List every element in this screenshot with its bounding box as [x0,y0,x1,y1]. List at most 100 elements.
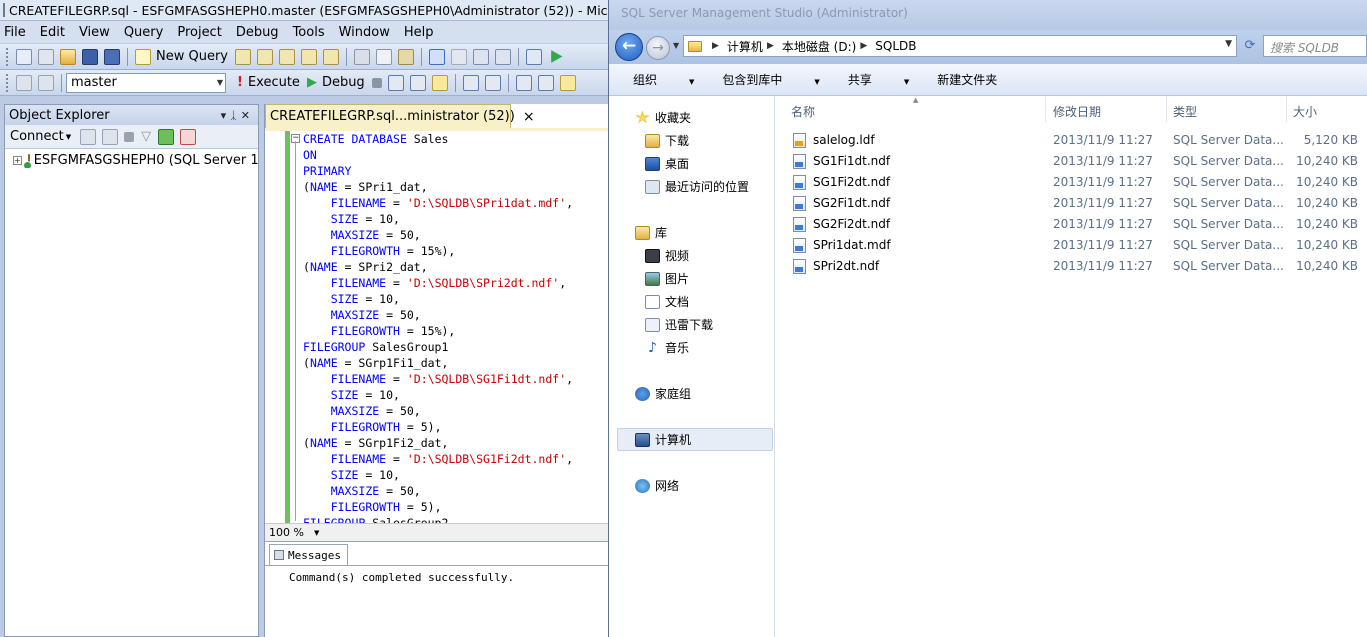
nav-network[interactable]: 网络 [635,477,679,494]
breadcrumb-drive[interactable]: 本地磁盘 (D:) [782,38,856,55]
navigate-icon[interactable] [473,48,489,65]
copy-icon[interactable] [376,48,392,65]
cut-icon[interactable] [354,48,370,65]
zoom-level[interactable]: 100 % [269,526,304,539]
file-row[interactable]: SPri1dat.mdf 2013/11/9 11:27 SQL Server … [775,235,1367,256]
query-options-icon[interactable] [431,74,448,91]
filter-icon[interactable]: ▽ [141,129,151,144]
close-tab-icon[interactable]: × [523,109,535,125]
add-item-icon[interactable] [38,48,54,65]
redo-icon[interactable] [451,48,467,65]
column-divider[interactable] [1166,96,1167,122]
nav-computer[interactable]: 计算机 [635,431,691,448]
nav-music[interactable]: ♪ 音乐 [645,339,689,356]
column-divider[interactable] [1286,96,1287,122]
forward-button[interactable]: → [646,36,670,60]
execute-button[interactable]: Execute [248,75,300,90]
save-icon[interactable] [82,48,98,65]
parse-icon[interactable] [387,74,404,91]
activity-icon[interactable] [180,128,197,145]
dmx-query-icon[interactable] [301,48,317,65]
results-to-file-icon[interactable] [559,74,576,91]
intellisense-icon[interactable] [462,74,479,91]
menu-query[interactable]: Query [124,25,164,40]
results-to-text-icon[interactable] [515,74,532,91]
connect-icon[interactable] [16,74,32,91]
include-in-library-button[interactable]: 包含到库中 ▼ [722,71,819,88]
toolbar-grip[interactable] [6,73,9,92]
activity-monitor-icon[interactable] [526,48,542,65]
menu-window[interactable]: Window [339,25,390,40]
change-connection-icon[interactable] [38,74,54,91]
address-dropdown-icon[interactable]: ▼ [1225,39,1232,49]
chevron-down-icon[interactable]: ▼ [314,529,319,537]
nav-desktop[interactable]: 桌面 [645,155,689,172]
connect-server-icon[interactable] [80,128,97,145]
address-bar[interactable]: ▶ 计算机 ▶ 本地磁盘 (D:) ▶ SQLDB ▼ [683,35,1237,57]
undo-icon[interactable] [429,48,445,65]
xmla-query-icon[interactable] [323,48,339,65]
search-input[interactable]: 搜索 SQLDB [1263,35,1367,57]
nav-documents[interactable]: 文档 [645,293,689,310]
file-row[interactable]: SG1Fi2dt.ndf 2013/11/9 11:27 SQL Server … [775,172,1367,193]
menu-tools[interactable]: Tools [293,25,325,40]
cancel-execution-icon[interactable] [371,77,382,88]
nav-favorites[interactable]: 收藏夹 [635,109,691,126]
nav-downloads[interactable]: 下载 [645,132,689,149]
menu-view[interactable]: View [79,25,110,40]
open-file-icon[interactable] [60,48,76,65]
toolbar-grip[interactable] [6,47,9,66]
disconnect-icon[interactable] [102,128,119,145]
column-date[interactable]: 修改日期 [1053,103,1101,120]
new-project-icon[interactable] [16,48,32,65]
file-row[interactable]: SPri2dt.ndf 2013/11/9 11:27 SQL Server D… [775,256,1367,277]
nav-homegroup[interactable]: 家庭组 [635,385,691,402]
column-divider[interactable] [1045,96,1046,122]
file-row[interactable]: salelog.ldf 2013/11/9 11:27 SQL Server D… [775,130,1367,151]
file-row[interactable]: SG1Fi1dt.ndf 2013/11/9 11:27 SQL Server … [775,151,1367,172]
column-size[interactable]: 大小 [1293,103,1317,120]
dropdown-icon[interactable]: ▾ [221,109,231,122]
nav-recent[interactable]: 最近访问的位置 [645,178,749,195]
stop-icon[interactable] [124,131,135,142]
new-folder-button[interactable]: 新建文件夹 [937,71,997,88]
db-engine-query-icon[interactable] [235,48,251,65]
estimated-plan-icon[interactable] [409,74,426,91]
refresh-icon[interactable] [158,128,175,145]
menu-edit[interactable]: Edit [40,25,65,40]
recent-pages-icon[interactable]: ▼ [673,41,679,50]
save-all-icon[interactable] [104,48,120,65]
breadcrumb-arrow-icon[interactable]: ▶ [860,41,867,51]
nav-libraries[interactable]: 库 [635,224,667,241]
results-to-grid-icon[interactable] [537,74,554,91]
close-icon[interactable]: ✕ [241,109,254,122]
column-name[interactable]: 名称 [791,103,815,120]
start-debug-icon[interactable] [551,50,563,63]
query-tab[interactable]: CREATEFILEGRP.sql...ministrator (52)) × [265,104,535,128]
file-row[interactable]: SG2Fi1dt.ndf 2013/11/9 11:27 SQL Server … [775,193,1367,214]
available-databases-select[interactable]: master ▼ [66,72,226,93]
nav-videos[interactable]: 视频 [645,247,689,264]
breadcrumb-computer[interactable]: 计算机 [727,38,763,55]
messages-tab[interactable]: Messages [269,544,348,565]
expand-icon[interactable]: + [13,156,22,165]
nav-pictures[interactable]: 图片 [645,270,689,287]
breadcrumb-folder[interactable]: SQLDB [875,39,916,53]
share-button[interactable]: 共享 ▼ [848,71,909,88]
breadcrumb-arrow-icon[interactable]: ▶ [767,41,774,51]
organize-button[interactable]: 组织 ▼ [633,71,694,88]
refresh-button[interactable]: ⟳ [1241,36,1259,56]
nav-thunder[interactable]: 迅雷下载 [645,316,713,333]
breadcrumb-arrow-icon[interactable]: ▶ [712,41,719,51]
find-icon[interactable] [495,48,511,65]
include-plan-icon[interactable] [484,74,501,91]
new-query-button[interactable]: New Query [156,49,228,64]
file-row[interactable]: SG2Fi2dt.ndf 2013/11/9 11:27 SQL Server … [775,214,1367,235]
pin-icon[interactable]: ᛣ [230,109,241,122]
column-type[interactable]: 类型 [1173,103,1197,120]
sql-editor[interactable]: − CREATE DATABASE Sales ON PRIMARY (NAME = … [265,131,608,523]
connect-dropdown[interactable]: Connect [10,129,64,144]
menu-help[interactable]: Help [404,25,434,40]
menu-project[interactable]: Project [177,25,221,40]
menu-debug[interactable]: Debug [236,25,279,40]
